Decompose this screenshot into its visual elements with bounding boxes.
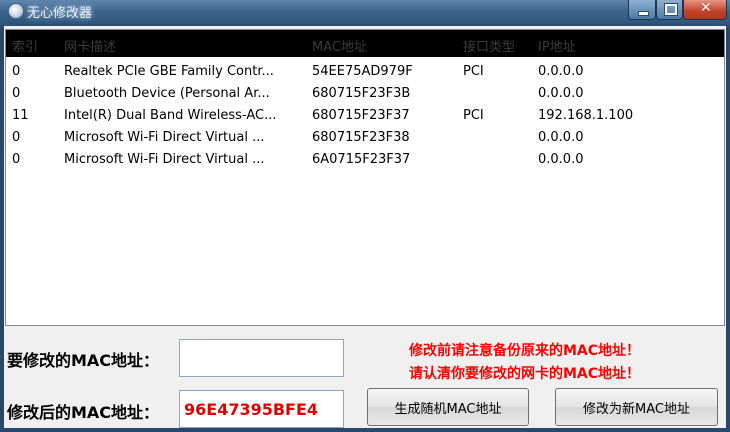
app-icon bbox=[8, 3, 24, 19]
table-row[interactable]: 0 Realtek PCIe GBE Family Contr... 54EE7… bbox=[6, 61, 724, 83]
warning-backup-text: 修改前请注意备份原来的MAC地址！ bbox=[409, 343, 641, 359]
cell-ip: 0.0.0.0 bbox=[538, 130, 584, 145]
cell-ip: 192.168.1.100 bbox=[538, 108, 634, 123]
list-header: 索引 网卡描述 MAC地址 接口类型 IP地址 bbox=[6, 30, 724, 57]
cell-ip: 0.0.0.0 bbox=[538, 152, 584, 167]
column-header-ip[interactable]: IP地址 bbox=[538, 36, 576, 55]
cell-description: Realtek PCIe GBE Family Contr... bbox=[64, 64, 274, 79]
cell-index: 0 bbox=[12, 152, 21, 167]
cell-mac: 54EE75AD979F bbox=[312, 64, 413, 79]
column-header-index[interactable]: 索引 bbox=[12, 36, 38, 55]
adapter-list[interactable]: 索引 网卡描述 MAC地址 接口类型 IP地址 0 Realtek PCIe G… bbox=[5, 29, 725, 326]
column-header-mac[interactable]: MAC地址 bbox=[312, 36, 367, 55]
cell-index: 0 bbox=[12, 130, 21, 145]
app-window: 无心修改器 索引 网卡描述 MAC地址 接口类型 IP地址 0 Realtek … bbox=[0, 0, 730, 432]
table-row[interactable]: 11 Intel(R) Dual Band Wireless-AC... 680… bbox=[6, 105, 724, 127]
column-header-description[interactable]: 网卡描述 bbox=[64, 36, 116, 55]
cell-mac: 680715F23F38 bbox=[312, 130, 410, 145]
cell-description: Bluetooth Device (Personal Ar... bbox=[64, 86, 270, 101]
cell-type: PCI bbox=[463, 108, 484, 123]
cell-mac: 6A0715F23F37 bbox=[312, 152, 411, 167]
close-icon[interactable] bbox=[683, 0, 727, 20]
cell-index: 0 bbox=[12, 64, 21, 79]
title-bar[interactable]: 无心修改器 bbox=[0, 0, 730, 26]
table-row[interactable]: 0 Microsoft Wi-Fi Direct Virtual ... 6A0… bbox=[6, 149, 724, 171]
warning-verify-text: 请认清你要修改的网卡的MAC地址！ bbox=[409, 366, 641, 382]
maximize-icon[interactable] bbox=[656, 0, 683, 20]
new-mac-label: 修改后的MAC地址： bbox=[7, 403, 160, 422]
new-mac-input[interactable] bbox=[179, 390, 344, 428]
target-mac-input[interactable] bbox=[179, 339, 344, 377]
target-mac-label: 要修改的MAC地址： bbox=[7, 351, 160, 370]
cell-mac: 680715F23F3B bbox=[312, 86, 411, 101]
minimize-icon[interactable] bbox=[628, 0, 656, 20]
cell-index: 11 bbox=[12, 108, 29, 123]
cell-ip: 0.0.0.0 bbox=[538, 64, 584, 79]
table-row[interactable]: 0 Bluetooth Device (Personal Ar... 68071… bbox=[6, 83, 724, 105]
cell-description: Microsoft Wi-Fi Direct Virtual ... bbox=[64, 152, 265, 167]
generate-random-mac-button[interactable]: 生成随机MAC地址 bbox=[367, 388, 529, 426]
client-area: 索引 网卡描述 MAC地址 接口类型 IP地址 0 Realtek PCIe G… bbox=[4, 26, 726, 428]
column-header-type[interactable]: 接口类型 bbox=[463, 36, 515, 55]
window-title: 无心修改器 bbox=[27, 6, 93, 21]
apply-new-mac-button[interactable]: 修改为新MAC地址 bbox=[555, 388, 718, 426]
cell-ip: 0.0.0.0 bbox=[538, 86, 584, 101]
cell-description: Microsoft Wi-Fi Direct Virtual ... bbox=[64, 130, 265, 145]
cell-description: Intel(R) Dual Band Wireless-AC... bbox=[64, 108, 277, 123]
table-row[interactable]: 0 Microsoft Wi-Fi Direct Virtual ... 680… bbox=[6, 127, 724, 149]
cell-index: 0 bbox=[12, 86, 21, 101]
cell-type: PCI bbox=[463, 64, 484, 79]
cell-mac: 680715F23F37 bbox=[312, 108, 410, 123]
